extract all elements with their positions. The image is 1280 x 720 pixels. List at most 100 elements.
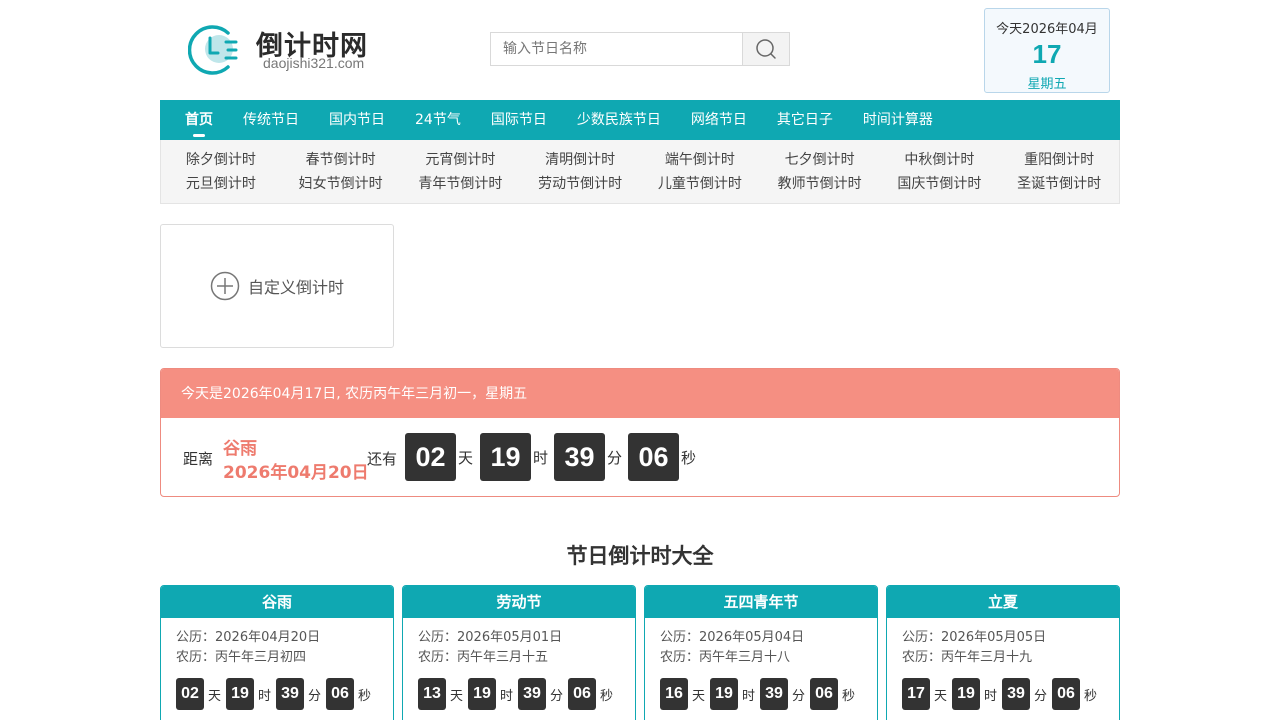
nav-item-other-days[interactable]: 其它日子 (762, 100, 848, 140)
countdown-value: 39 (760, 678, 789, 710)
countdown-value: 06 (810, 678, 839, 710)
quick-link[interactable]: 元旦倒计时 (161, 172, 281, 196)
nav-item-internet[interactable]: 网络节日 (676, 100, 762, 140)
countdown-unit: 时 (258, 688, 272, 704)
countdown-unit: 天 (458, 448, 474, 467)
section-title: 节日倒计时大全 (566, 544, 714, 568)
nav-item-home[interactable]: 首页 (170, 100, 228, 140)
festival-name[interactable]: 劳动节 (403, 586, 635, 618)
today-weekday: 星期五 (1027, 77, 1067, 92)
countdown-value: 02 (176, 678, 204, 710)
countdown-unit: 分 (792, 688, 806, 704)
festival-card[interactable]: 劳动节 公历：2026年05月01日 农历：丙午年三月十五 13 天 19 时 39… (402, 585, 636, 720)
festival-card[interactable]: 立夏 公历：2026年05月05日 农历：丙午年三月十九 17 天 19 时 39 分… (886, 585, 1120, 720)
clock-logo-icon (188, 25, 238, 75)
search-button[interactable] (742, 33, 789, 65)
header: 倒计时网 daojishi321.com 今天2026年04月 17 星期五 (160, 0, 1120, 100)
festival-name[interactable]: 谷雨 (161, 586, 393, 618)
quick-links-row: 除夕倒计时 春节倒计时 元宵倒计时 清明倒计时 端午倒计时 七夕倒计时 中秋倒计… (161, 148, 1119, 172)
lunar-date: 农历：丙午年三月十九 (902, 650, 1033, 665)
countdown-days: 02 天 (405, 433, 481, 481)
quick-link[interactable]: 圣诞节倒计时 (999, 172, 1119, 196)
plus-circle-icon (210, 271, 240, 301)
festival-name[interactable]: 立夏 (887, 586, 1119, 618)
festival-card[interactable]: 谷雨 公历：2026年04月20日 农历：丙午年三月初四 02 天 19 时 39 分… (160, 585, 394, 720)
quick-link[interactable]: 端午倒计时 (640, 148, 760, 172)
festival-countdown: 16 天 19 时 39 分 06 秒 (660, 678, 877, 710)
nav-item-international[interactable]: 国际节日 (476, 100, 562, 140)
countdown-unit: 秒 (358, 688, 372, 704)
quick-links-row: 元旦倒计时 妇女节倒计时 青年节倒计时 劳动节倒计时 儿童节倒计时 教师节倒计时… (161, 172, 1119, 196)
countdown-value: 02 (405, 433, 456, 481)
countdown-value: 19 (952, 678, 981, 710)
custom-countdown-button[interactable]: 自定义倒计时 (160, 224, 394, 348)
festival-countdown: 13 天 19 时 39 分 06 秒 (418, 678, 635, 710)
search-icon (756, 39, 776, 59)
quick-link[interactable]: 教师节倒计时 (760, 172, 880, 196)
festival-cards: 谷雨 公历：2026年04月20日 农历：丙午年三月初四 02 天 19 时 39 分… (160, 585, 1120, 720)
nav-item-time-calculator[interactable]: 时间计算器 (848, 100, 948, 140)
countdown-unit: 时 (533, 448, 549, 467)
quick-link[interactable]: 元宵倒计时 (401, 148, 521, 172)
countdown-unit: 秒 (681, 448, 697, 467)
remaining-label: 还有 (367, 450, 398, 468)
festival-countdown: 02 天 19 时 39 分 06 秒 (176, 678, 393, 710)
lunar-date: 农历：丙午年三月十八 (660, 650, 791, 665)
countdown-unit: 秒 (1084, 688, 1098, 704)
next-festival-countdown: 距离 谷雨 2026年04月20日 还有 02 天 19 时 39 分 06 秒 (161, 418, 1119, 496)
countdown-value: 19 (226, 678, 255, 710)
countdown-unit: 分 (308, 688, 322, 704)
nav-item-traditional[interactable]: 传统节日 (228, 100, 314, 140)
quick-link[interactable]: 除夕倒计时 (161, 148, 281, 172)
nav-item-ethnic[interactable]: 少数民族节日 (562, 100, 676, 140)
festival-card-body: 公历：2026年05月05日 农历：丙午年三月十九 17 天 19 时 39 分 06… (887, 618, 1119, 710)
quick-link[interactable]: 清明倒计时 (520, 148, 640, 172)
today-date-box: 今天2026年04月 17 星期五 (984, 8, 1110, 93)
countdown-value: 06 (1052, 678, 1081, 710)
quick-link[interactable]: 中秋倒计时 (880, 148, 1000, 172)
countdown-value: 06 (326, 678, 355, 710)
nav-item-solar-terms[interactable]: 24节气 (400, 100, 476, 140)
festival-countdown: 17 天 19 时 39 分 06 秒 (902, 678, 1119, 710)
countdown-value: 06 (568, 678, 597, 710)
countdown-unit: 时 (742, 688, 756, 704)
festival-name[interactable]: 五四青年节 (645, 586, 877, 618)
solar-date: 公历：2026年05月01日 (418, 630, 563, 645)
countdown-unit: 时 (500, 688, 514, 704)
countdown-value: 39 (518, 678, 547, 710)
countdown-unit: 时 (984, 688, 998, 704)
lunar-date: 农历：丙午年三月十五 (418, 650, 549, 665)
today-countdown-panel: 今天是2026年04月17日, 农历丙午年三月初一，星期五 距离 谷雨 2026… (160, 368, 1120, 497)
quick-link[interactable]: 妇女节倒计时 (281, 172, 401, 196)
quick-link[interactable]: 儿童节倒计时 (640, 172, 760, 196)
countdown-unit: 分 (607, 448, 623, 467)
target-festival-name[interactable]: 谷雨 (223, 434, 257, 459)
countdown-unit: 天 (208, 688, 222, 704)
countdown-unit: 秒 (842, 688, 856, 704)
countdown-unit: 天 (450, 688, 464, 704)
festival-card-body: 公历：2026年04月20日 农历：丙午年三月初四 02 天 19 时 39 分 06… (161, 618, 393, 710)
nav-item-domestic[interactable]: 国内节日 (314, 100, 400, 140)
countdown-unit: 分 (550, 688, 564, 704)
quick-link[interactable]: 七夕倒计时 (760, 148, 880, 172)
countdown-value: 16 (660, 678, 688, 710)
countdown-unit: 天 (934, 688, 948, 704)
solar-date: 公历：2026年05月04日 (660, 630, 805, 645)
quick-link[interactable]: 春节倒计时 (281, 148, 401, 172)
quick-link[interactable]: 重阳倒计时 (999, 148, 1119, 172)
countdown-unit: 秒 (600, 688, 614, 704)
quick-link[interactable]: 劳动节倒计时 (520, 172, 640, 196)
countdown-hours: 19 时 (480, 433, 556, 481)
today-year-month: 今天2026年04月 (996, 22, 1098, 37)
countdown-value: 17 (902, 678, 930, 710)
site-logo[interactable]: 倒计时网 daojishi321.com (188, 24, 388, 78)
quick-link[interactable]: 青年节倒计时 (401, 172, 521, 196)
festival-card-body: 公历：2026年05月01日 农历：丙午年三月十五 13 天 19 时 39 分 06… (403, 618, 635, 710)
countdown-value: 19 (480, 433, 531, 481)
search-box (490, 32, 790, 66)
search-input[interactable] (491, 33, 742, 65)
quick-link[interactable]: 国庆节倒计时 (880, 172, 1000, 196)
festival-card[interactable]: 五四青年节 公历：2026年05月04日 农历：丙午年三月十八 16 天 19 时 … (644, 585, 878, 720)
logo-subtitle: daojishi321.com (263, 55, 365, 71)
today-day: 17 (1032, 39, 1062, 69)
